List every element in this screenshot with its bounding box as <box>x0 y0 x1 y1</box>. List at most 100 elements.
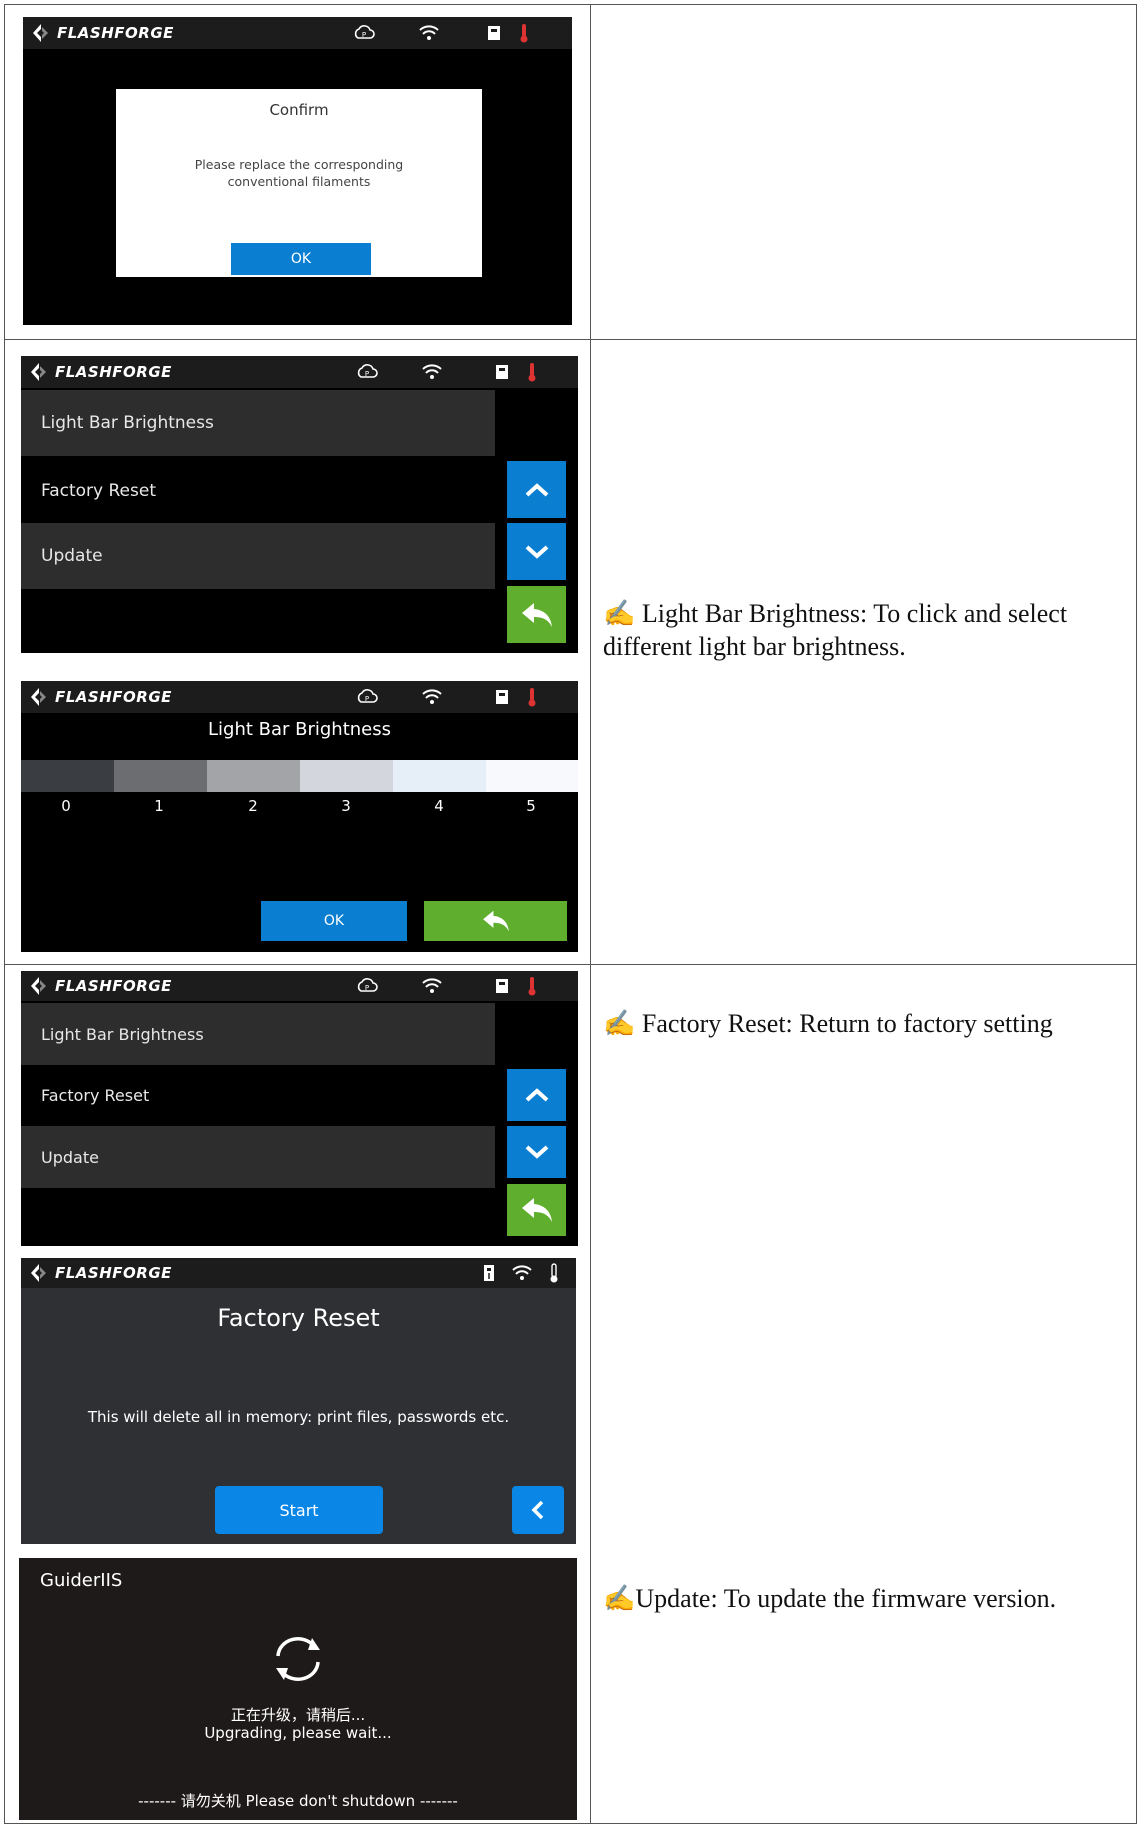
menu-item-factory-reset[interactable]: Factory Reset <box>21 458 495 524</box>
brightness-level-3[interactable]: 3 <box>326 797 366 815</box>
flashforge-logo-icon <box>31 688 46 706</box>
ok-button[interactable]: OK <box>231 243 371 275</box>
thermometer-icon[interactable] <box>521 687 543 707</box>
brightness-swatch-2[interactable] <box>207 760 300 792</box>
brand-logo: FLASHFORGE <box>31 23 174 43</box>
factory-reset-message: This will delete all in memory: print fi… <box>87 1408 510 1426</box>
brightness-level-4[interactable]: 4 <box>419 797 459 815</box>
svg-text:P: P <box>362 31 366 39</box>
usb-storage-icon[interactable] <box>483 23 505 43</box>
row1-text-cell <box>590 4 1137 340</box>
svg-text:P: P <box>365 984 369 992</box>
brightness-swatch-1[interactable] <box>114 760 207 792</box>
scroll-down-button[interactable] <box>507 1126 566 1178</box>
svg-text:P: P <box>365 695 369 703</box>
brand-name: FLASHFORGE <box>55 1264 172 1282</box>
return-arrow-icon <box>521 1198 552 1222</box>
brand-name: FLASHFORGE <box>55 363 172 381</box>
dialog-title: Confirm <box>269 101 329 119</box>
description-light-bar-brightness: ✍ Light Bar Brightness: To click and sel… <box>603 599 1068 661</box>
cloud-p-icon[interactable]: P <box>356 976 378 996</box>
wifi-icon[interactable] <box>421 976 443 996</box>
usb-storage-icon[interactable] <box>491 976 513 996</box>
return-arrow-icon <box>521 602 552 627</box>
status-bar: FLASHFORGE <box>21 1258 576 1288</box>
chevron-down-icon <box>525 545 548 559</box>
brightness-swatch-0[interactable] <box>21 760 114 792</box>
upgrading-message-en: Upgrading, please wait... <box>204 1724 392 1742</box>
cloud-p-icon[interactable]: P <box>353 23 375 43</box>
return-arrow-icon <box>482 910 509 932</box>
thermometer-icon[interactable] <box>543 1263 565 1283</box>
chevron-left-icon <box>531 1500 544 1520</box>
brightness-level-0[interactable]: 0 <box>46 797 86 815</box>
settings-menu-screen-2: FLASHFORGE P Light Bar Brightness Factor… <box>21 971 578 1246</box>
chevron-up-icon <box>525 482 548 496</box>
status-bar: FLASHFORGE P <box>23 17 572 49</box>
menu-item-update[interactable]: Update <box>21 523 495 589</box>
brand-logo: FLASHFORGE <box>29 362 172 382</box>
refresh-icon <box>276 1637 320 1681</box>
brightness-swatch-row <box>21 760 578 792</box>
usb-storage-icon[interactable] <box>491 687 513 707</box>
back-button[interactable] <box>512 1486 564 1534</box>
thermometer-icon[interactable] <box>521 362 543 382</box>
scroll-up-button[interactable] <box>507 1069 566 1121</box>
wifi-icon[interactable] <box>511 1263 533 1283</box>
factory-reset-title: Factory Reset <box>217 1304 380 1332</box>
update-screen: GuiderIIS 正在升级，请稍后... Upgrading, please … <box>19 1558 577 1820</box>
brightness-swatch-3[interactable] <box>300 760 393 792</box>
wifi-icon[interactable] <box>418 23 440 43</box>
chevron-down-icon <box>525 1145 548 1159</box>
dialog-message-line1: Please replace the corresponding <box>194 157 404 172</box>
wifi-icon[interactable] <box>421 687 443 707</box>
chevron-up-icon <box>525 1088 548 1102</box>
brightness-swatch-4[interactable] <box>393 760 486 792</box>
back-button[interactable] <box>424 901 567 941</box>
brightness-level-5[interactable]: 5 <box>511 797 551 815</box>
factory-reset-screen: FLASHFORGE Factory Reset This will delet… <box>21 1258 576 1544</box>
status-bar: FLASHFORGE P <box>21 681 578 713</box>
menu-item-light-bar-brightness[interactable]: Light Bar Brightness <box>21 1003 495 1065</box>
usb-storage-icon[interactable] <box>491 362 513 382</box>
back-button[interactable] <box>507 1184 566 1236</box>
back-button[interactable] <box>507 586 566 643</box>
brand-name: FLASHFORGE <box>57 24 174 42</box>
brightness-level-1[interactable]: 1 <box>139 797 179 815</box>
cloud-p-icon[interactable]: P <box>356 687 378 707</box>
brightness-screen: FLASHFORGE P Light Bar Brightness 0 1 2 … <box>21 681 578 952</box>
dialog-message-line2: conventional filaments <box>227 174 371 189</box>
menu-item-factory-reset[interactable]: Factory Reset <box>21 1065 495 1126</box>
brightness-swatch-5[interactable] <box>486 760 578 792</box>
upgrading-message-cn: 正在升级，请稍后... <box>230 1706 366 1724</box>
scroll-up-button[interactable] <box>507 461 566 518</box>
brand-logo: FLASHFORGE <box>29 1263 172 1283</box>
brightness-title: Light Bar Brightness <box>207 719 392 740</box>
svg-text:P: P <box>365 370 369 378</box>
usb-icon[interactable] <box>478 1263 500 1283</box>
brand-name: FLASHFORGE <box>55 977 172 995</box>
cloud-p-icon[interactable]: P <box>356 362 378 382</box>
status-bar: FLASHFORGE P <box>21 356 578 388</box>
thermometer-icon[interactable] <box>513 23 535 43</box>
description-update: ✍Update: To update the firmware version. <box>603 1584 1057 1613</box>
flashforge-logo-icon <box>31 1264 46 1282</box>
scroll-down-button[interactable] <box>507 523 566 580</box>
brand-name: FLASHFORGE <box>55 688 172 706</box>
menu-item-light-bar-brightness[interactable]: Light Bar Brightness <box>21 390 495 456</box>
shutdown-warning: ------- 请勿关机 Please don't shutdown -----… <box>138 1792 458 1810</box>
brightness-level-2[interactable]: 2 <box>233 797 273 815</box>
settings-menu-screen-1: FLASHFORGE P Light Bar Brightness Factor… <box>21 356 578 653</box>
ok-button[interactable]: OK <box>261 901 407 941</box>
update-screen-title: GuiderIIS <box>40 1570 123 1591</box>
thermometer-icon[interactable] <box>521 976 543 996</box>
wifi-icon[interactable] <box>421 362 443 382</box>
flashforge-logo-icon <box>33 24 48 42</box>
menu-item-update[interactable]: Update <box>21 1126 495 1188</box>
flashforge-logo-icon <box>31 363 46 381</box>
confirm-dialog: Confirm Please replace the corresponding… <box>116 89 482 277</box>
brand-logo: FLASHFORGE <box>29 687 172 707</box>
confirm-screen: FLASHFORGE P Confirm Please replace the … <box>23 17 572 325</box>
start-button[interactable]: Start <box>215 1486 383 1534</box>
row3-text-cell <box>590 964 1137 1824</box>
